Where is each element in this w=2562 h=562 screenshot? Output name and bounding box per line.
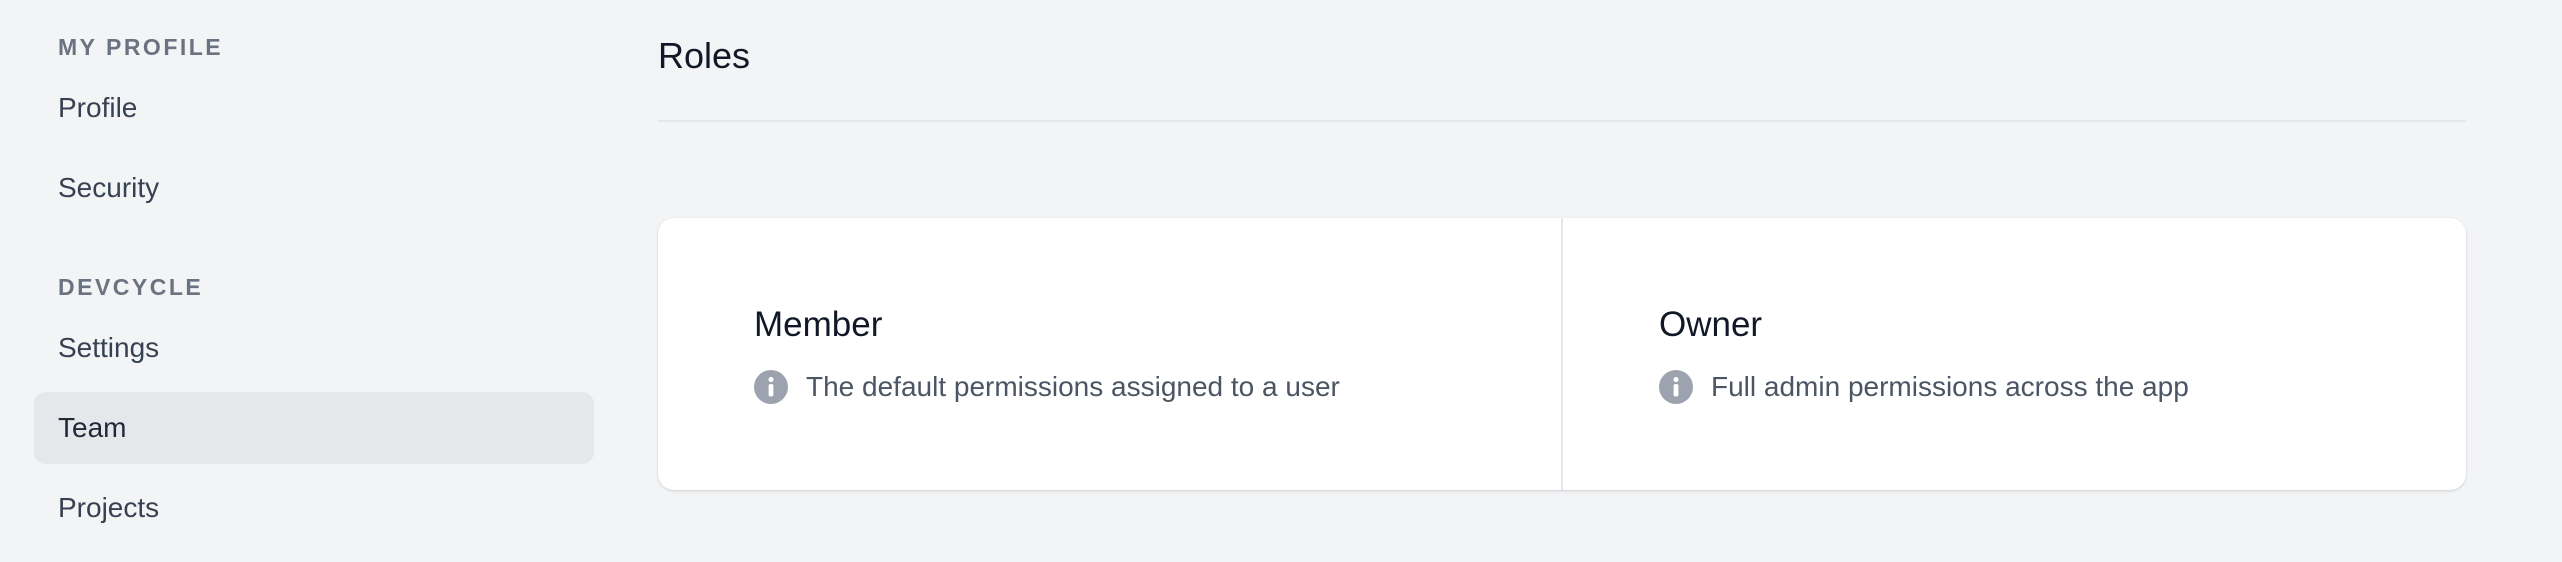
- roles-card: Member The default permissions assigned …: [658, 218, 2466, 490]
- sidebar-item-label: Team: [58, 412, 127, 443]
- sidebar-item-label: Security: [58, 172, 160, 203]
- sidebar-item-label: Projects: [58, 492, 160, 523]
- role-name: Owner: [1659, 305, 1763, 344]
- sidebar-item-settings[interactable]: Settings: [34, 312, 594, 384]
- info-icon: [1659, 370, 1693, 404]
- title-divider: [658, 120, 2466, 122]
- page: MY PROFILE Profile Security DEVCYCLE Set…: [0, 0, 2562, 562]
- sidebar-item-team[interactable]: Team: [34, 392, 594, 464]
- sidebar-item-security[interactable]: Security: [34, 152, 594, 224]
- sidebar-item-projects[interactable]: Projects: [34, 472, 594, 544]
- role-description: Full admin permissions across the app: [1659, 370, 2189, 404]
- sidebar-item-profile[interactable]: Profile: [34, 72, 594, 144]
- info-icon: [754, 370, 788, 404]
- sidebar-item-label: Profile: [58, 92, 138, 123]
- sidebar-section-my-profile: MY PROFILE: [58, 34, 224, 60]
- role-description-text: The default permissions assigned to a us…: [806, 371, 1340, 402]
- role-name: Member: [754, 305, 883, 344]
- role-description-text: Full admin permissions across the app: [1711, 371, 2189, 402]
- role-owner: Owner Full admin permissions across the …: [1561, 218, 2466, 490]
- page-title: Roles: [658, 35, 751, 76]
- sidebar-section-devcycle: DEVCYCLE: [58, 274, 204, 300]
- role-member: Member The default permissions assigned …: [658, 218, 1561, 490]
- role-description: The default permissions assigned to a us…: [754, 370, 1340, 404]
- sidebar-item-label: Settings: [58, 332, 160, 363]
